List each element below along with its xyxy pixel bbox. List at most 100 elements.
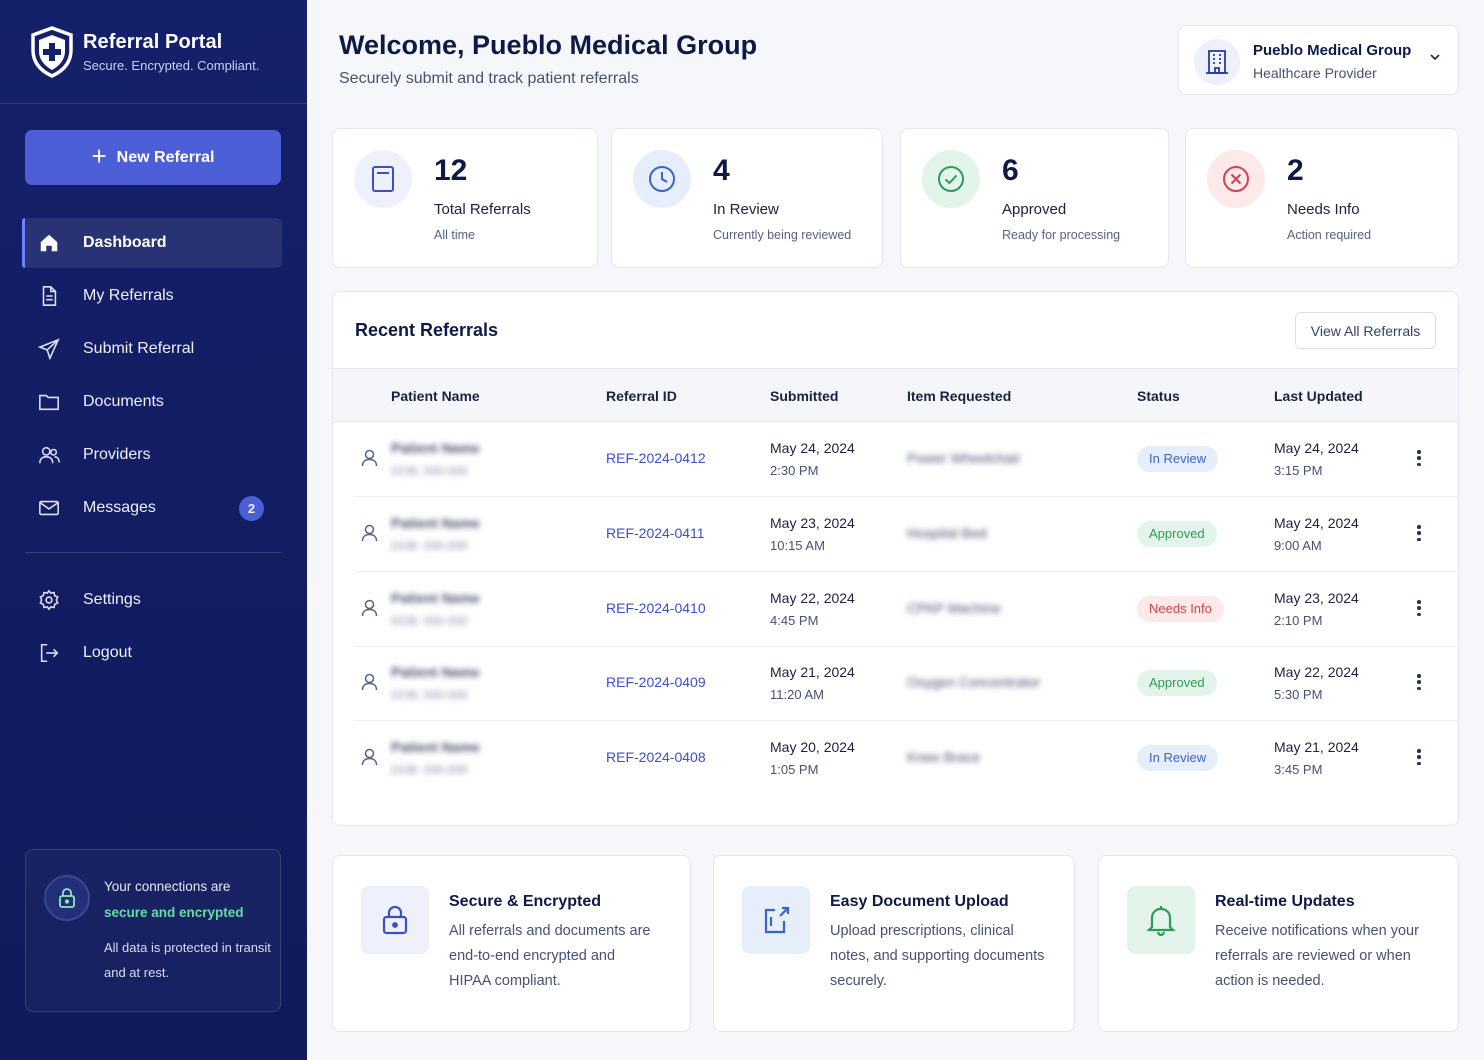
user-icon bbox=[361, 449, 378, 467]
sidebar-item-providers[interactable]: Providers bbox=[22, 430, 282, 480]
sidebar-item-label: Dashboard bbox=[83, 234, 167, 251]
feature-desc-line: Receive notifications when your bbox=[1215, 923, 1419, 939]
referral-id-link[interactable]: REF-2024-0409 bbox=[606, 674, 706, 690]
stat-label: Total Referrals bbox=[434, 201, 531, 218]
column-header[interactable]: Submitted bbox=[770, 388, 838, 404]
column-header[interactable]: Referral ID bbox=[606, 388, 677, 404]
chevron-down-icon bbox=[1430, 54, 1440, 61]
building-icon bbox=[1194, 39, 1240, 85]
submitted-time: 2:30 PM bbox=[770, 463, 819, 478]
column-header[interactable]: Status bbox=[1137, 388, 1180, 404]
sidebar-item-submit-referral[interactable]: Submit Referral bbox=[22, 324, 282, 374]
submitted-cell: May 22, 2024 4:45 PM bbox=[770, 590, 855, 628]
status-badge: Approved bbox=[1137, 670, 1217, 696]
referral-id-link[interactable]: REF-2024-0408 bbox=[606, 749, 706, 765]
sidebar-nav: Dashboard My Referrals Submit Referral D… bbox=[22, 218, 282, 536]
nav-divider bbox=[25, 552, 281, 553]
lock-icon bbox=[361, 886, 429, 954]
table-row[interactable]: Patient Name DOB: 000-000 REF-2024-0408 May… bbox=[355, 721, 1459, 796]
referral-id-link[interactable]: REF-2024-0410 bbox=[606, 600, 706, 616]
referral-id-link[interactable]: REF-2024-0412 bbox=[606, 450, 706, 466]
feature-desc-line: All referrals and documents are bbox=[449, 923, 651, 939]
patient-name: Patient Name bbox=[391, 739, 480, 755]
sidebar-item-label: Messages bbox=[83, 499, 156, 516]
stat-subtitle: All time bbox=[434, 228, 475, 242]
stat-subtitle: Action required bbox=[1287, 228, 1372, 242]
sidebar-item-my-referrals[interactable]: My Referrals bbox=[22, 271, 282, 321]
sidebar-item-documents[interactable]: Documents bbox=[22, 377, 282, 427]
item-requested: Hospital Bed bbox=[907, 525, 987, 541]
view-all-referrals-button[interactable]: View All Referrals bbox=[1295, 312, 1436, 349]
check-circle-icon bbox=[922, 150, 980, 208]
stat-card-needs-info[interactable]: 2 Needs Info Action required bbox=[1185, 128, 1459, 268]
column-header[interactable]: Patient Name bbox=[391, 388, 480, 404]
status-cell: In Review bbox=[1137, 446, 1219, 472]
column-header[interactable]: Last Updated bbox=[1274, 388, 1363, 404]
more-options-icon[interactable] bbox=[1417, 450, 1421, 466]
shield-icon bbox=[31, 25, 73, 78]
brand-subtitle: Secure. Encrypted. Compliant. bbox=[83, 57, 260, 73]
user-icon bbox=[361, 599, 378, 617]
feature-card-secure: Secure & Encrypted All referrals and doc… bbox=[332, 855, 691, 1032]
patient-cell: Patient Name DOB: 000-000 bbox=[391, 739, 480, 777]
item-requested: Oxygen Concentrator bbox=[907, 674, 1041, 690]
new-referral-button[interactable]: + New Referral bbox=[25, 130, 281, 185]
submitted-date: May 23, 2024 bbox=[770, 515, 855, 531]
stat-label: Needs Info bbox=[1287, 201, 1360, 218]
status-badge: Approved bbox=[1137, 521, 1217, 547]
patient-name: Patient Name bbox=[391, 664, 480, 680]
referral-id-link[interactable]: REF-2024-0411 bbox=[606, 525, 705, 541]
sidebar-item-settings[interactable]: Settings bbox=[22, 575, 282, 625]
patient-dob: DOB: 000-000 bbox=[391, 539, 468, 553]
folder-icon bbox=[38, 391, 60, 413]
status-badge: In Review bbox=[1137, 446, 1219, 472]
updated-cell: May 23, 2024 2:10 PM bbox=[1274, 590, 1359, 628]
more-options-icon[interactable] bbox=[1417, 749, 1421, 765]
submitted-cell: May 21, 2024 11:20 AM bbox=[770, 664, 855, 702]
patient-cell: Patient Name DOB: 000-000 bbox=[391, 590, 480, 628]
table-row[interactable]: Patient Name DOB: 000-000 REF-2024-0409 May… bbox=[355, 646, 1459, 721]
messages-badge: 2 bbox=[239, 495, 264, 521]
feature-title: Secure & Encrypted bbox=[449, 893, 602, 910]
item-requested: Knee Brace bbox=[907, 749, 981, 765]
stat-card-total[interactable]: 12 Total Referrals All time bbox=[332, 128, 598, 268]
stat-subtitle: Ready for processing bbox=[1002, 228, 1121, 242]
more-options-icon[interactable] bbox=[1417, 600, 1421, 616]
user-icon bbox=[361, 673, 378, 691]
security-notice: Your connections are secure and encrypte… bbox=[25, 849, 281, 1012]
security-line-2: secure and encrypted bbox=[104, 905, 244, 920]
feature-desc-line: referrals are reviewed or when bbox=[1215, 948, 1411, 964]
updated-time: 3:15 PM bbox=[1274, 463, 1323, 478]
stat-card-in-review[interactable]: 4 In Review Currently being reviewed bbox=[611, 128, 883, 268]
updated-time: 2:10 PM bbox=[1274, 613, 1323, 628]
stat-value: 4 bbox=[713, 154, 730, 187]
more-options-icon[interactable] bbox=[1417, 674, 1421, 690]
feature-card-upload: Easy Document Upload Upload prescription… bbox=[713, 855, 1075, 1032]
more-options-icon[interactable] bbox=[1417, 525, 1421, 541]
sidebar-item-label: My Referrals bbox=[83, 287, 174, 304]
table-row[interactable]: Patient Name DOB: 000-000 REF-2024-0412 May… bbox=[355, 422, 1459, 497]
stat-value: 12 bbox=[434, 154, 468, 187]
patient-dob: DOB: 000-000 bbox=[391, 464, 468, 478]
updated-time: 3:45 PM bbox=[1274, 762, 1323, 777]
status-cell: In Review bbox=[1137, 745, 1219, 771]
patient-name: Patient Name bbox=[391, 590, 480, 606]
stat-card-approved[interactable]: 6 Approved Ready for processing bbox=[900, 128, 1169, 268]
sidebar-item-dashboard[interactable]: Dashboard bbox=[22, 218, 282, 268]
stat-label: Approved bbox=[1002, 201, 1067, 218]
submitted-cell: May 24, 2024 2:30 PM bbox=[770, 440, 855, 478]
sidebar-item-logout[interactable]: Logout bbox=[22, 628, 282, 678]
column-header[interactable]: Item Requested bbox=[907, 388, 1011, 404]
clock-icon bbox=[633, 150, 691, 208]
updated-cell: May 24, 2024 9:00 AM bbox=[1274, 515, 1359, 553]
table-header: Patient Name Referral ID Submitted Item … bbox=[333, 368, 1458, 422]
submitted-date: May 21, 2024 bbox=[770, 664, 855, 680]
table-row[interactable]: Patient Name DOB: 000-000 REF-2024-0410 May… bbox=[355, 572, 1459, 647]
table-row[interactable]: Patient Name DOB: 000-000 REF-2024-0411 May… bbox=[355, 497, 1459, 572]
updated-time: 5:30 PM bbox=[1274, 687, 1323, 702]
patient-cell: Patient Name DOB: 000-000 bbox=[391, 664, 480, 702]
organization-switcher[interactable]: Pueblo Medical Group Healthcare Provider bbox=[1178, 25, 1459, 95]
home-icon bbox=[38, 232, 60, 254]
sidebar-item-messages[interactable]: Messages 2 bbox=[22, 483, 282, 533]
security-note: All data is protected in transit and at … bbox=[104, 940, 271, 980]
